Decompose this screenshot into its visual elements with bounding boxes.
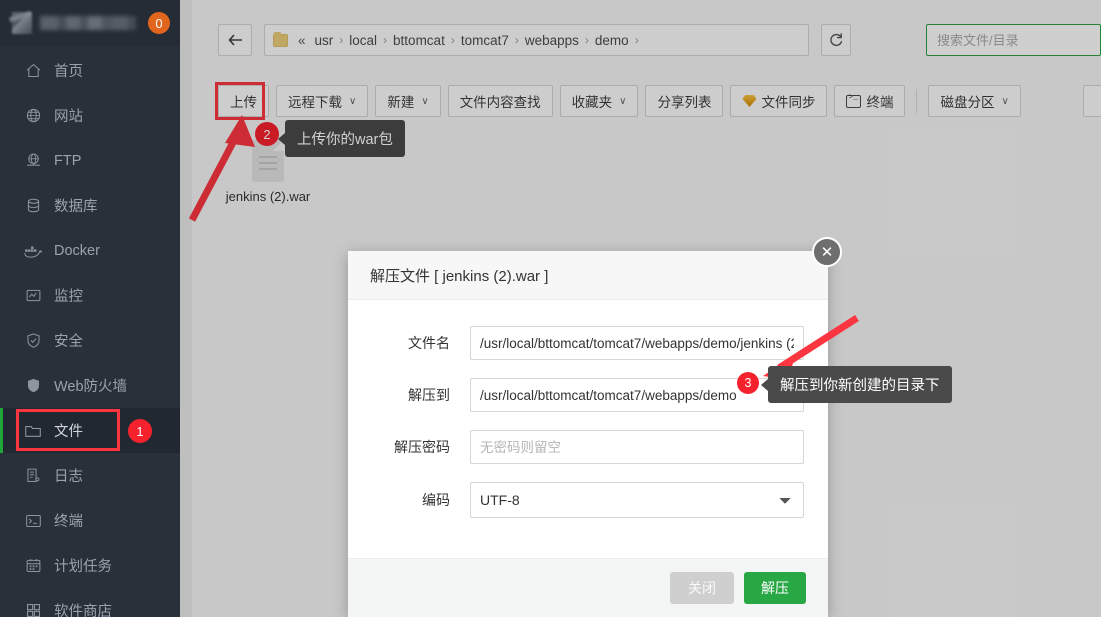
- sidebar-item-appstore[interactable]: 软件商店: [0, 588, 180, 617]
- sidebar-item-label: 软件商店: [54, 604, 112, 617]
- calendar-icon: [24, 557, 42, 575]
- monitor-icon: [24, 287, 42, 305]
- sidebar-item-database[interactable]: 数据库: [0, 183, 180, 228]
- sidebar-item-label: 安全: [54, 334, 83, 350]
- dialog-footer: 关闭 解压: [348, 558, 828, 617]
- database-icon: [24, 197, 42, 215]
- password-field-row: 解压密码: [372, 430, 804, 464]
- dialog-body: 文件名解压到解压密码 编码 UTF-8GBKBIG5: [348, 300, 828, 558]
- sidebar-item-label: 终端: [54, 514, 83, 530]
- encoding-label: 编码: [422, 492, 450, 508]
- encoding-row: 编码 UTF-8GBKBIG5: [372, 482, 804, 518]
- sidebar-item-monitor[interactable]: 监控: [0, 273, 180, 318]
- brand-logo-icon: [12, 12, 32, 34]
- sidebar-item-label: 监控: [54, 289, 83, 305]
- dialog-title: 解压文件 [ jenkins (2).war ]: [348, 251, 828, 300]
- log-icon: [24, 467, 42, 485]
- step-marker-3: 3: [737, 372, 759, 394]
- filename-field-row: 文件名: [372, 326, 804, 360]
- tooltip-extract-to: 解压到你新创建的目录下: [761, 366, 952, 403]
- sidebar-item-label: 计划任务: [54, 559, 112, 575]
- sidebar-item-label: 首页: [54, 64, 83, 80]
- close-icon[interactable]: ✕: [812, 237, 842, 267]
- sidebar-nav: 首页网站 FTP 数据库 Docker 监控安全 Web防火墙 文件日志终端计划任务软件商店: [0, 46, 180, 617]
- folder-icon: [24, 422, 42, 440]
- home-icon: [24, 62, 42, 80]
- sidebar-item-label: Web防火墙: [54, 379, 128, 395]
- sidebar-item-cron[interactable]: 计划任务: [0, 543, 180, 588]
- globe-icon: [24, 107, 42, 125]
- sidebar-item-website[interactable]: 网站: [0, 93, 180, 138]
- sidebar-item-label: 网站: [54, 109, 83, 125]
- brand-title-redacted: [40, 16, 136, 30]
- filename-field[interactable]: [470, 326, 804, 360]
- sidebar-item-docker[interactable]: Docker: [0, 228, 180, 273]
- sidebar-item-label: 文件: [54, 424, 83, 440]
- extract-to-field-label: 解压到: [408, 387, 450, 403]
- sidebar-header: 0: [0, 0, 180, 46]
- sidebar: 0 首页网站 FTP 数据库 Docker 监控安全 Web防火墙 文件日志终端计划任务软件…: [0, 0, 180, 617]
- sidebar-item-home[interactable]: 首页: [0, 48, 180, 93]
- sidebar-item-ftp[interactable]: FTP: [0, 138, 180, 183]
- sidebar-item-waf[interactable]: Web防火墙: [0, 363, 180, 408]
- encoding-select[interactable]: UTF-8GBKBIG5: [470, 482, 804, 518]
- sidebar-item-files[interactable]: 文件: [0, 408, 180, 453]
- sidebar-item-label: 日志: [54, 469, 83, 485]
- docker-icon: [24, 242, 42, 260]
- sidebar-item-security[interactable]: 安全: [0, 318, 180, 363]
- sidebar-item-label: 数据库: [54, 199, 98, 215]
- password-field[interactable]: [470, 430, 804, 464]
- step-marker-1: 1: [128, 419, 152, 443]
- ftp-icon: [24, 152, 42, 170]
- notification-badge[interactable]: 0: [148, 12, 170, 34]
- sidebar-item-terminal[interactable]: 终端: [0, 498, 180, 543]
- sidebar-item-logs[interactable]: 日志: [0, 453, 180, 498]
- dialog-close-button[interactable]: 关闭: [670, 572, 734, 604]
- terminal-icon: [24, 512, 42, 530]
- apps-icon: [24, 602, 42, 617]
- extract-dialog: ✕ 解压文件 [ jenkins (2).war ] 文件名解压到解压密码 编码…: [348, 237, 842, 617]
- password-field-label: 解压密码: [394, 439, 450, 455]
- dialog-extract-button[interactable]: 解压: [744, 572, 806, 604]
- app-root: 0 首页网站 FTP 数据库 Docker 监控安全 Web防火墙 文件日志终端计划任务软件…: [0, 0, 1101, 617]
- filename-field-label: 文件名: [408, 335, 450, 351]
- sidebar-item-label: Docker: [54, 242, 100, 259]
- sidebar-item-label: FTP: [54, 152, 82, 169]
- shield-icon: [24, 377, 42, 395]
- shield-check-icon: [24, 332, 42, 350]
